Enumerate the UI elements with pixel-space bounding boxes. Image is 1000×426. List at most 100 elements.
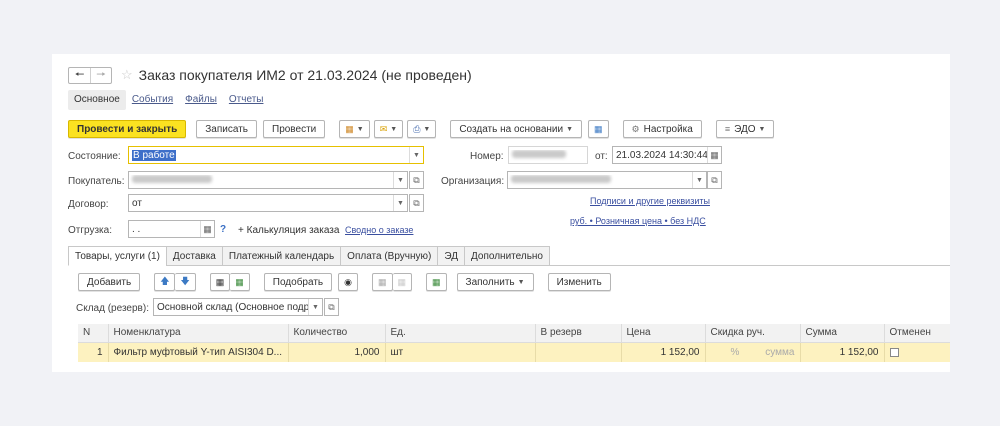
cell-discount[interactable]: % сумма (705, 342, 801, 362)
open-link-icon[interactable]: ⧉ (409, 194, 424, 212)
table-row[interactable]: 1 Фильтр муфтовый Y-тип AISI304 D... 1,0… (78, 342, 950, 362)
add-row-button[interactable]: Добавить (78, 273, 141, 291)
shipment-date-field[interactable]: . . ▦ (128, 220, 215, 238)
report-button[interactable]: ▦ (588, 120, 609, 138)
settings-label: Настройка (643, 123, 693, 135)
discount-pct: % (730, 346, 740, 358)
back-arrow-icon[interactable]: 🠔 (69, 68, 90, 83)
cell-n[interactable]: 1 (78, 342, 109, 362)
col-cancelled[interactable]: Отменен (884, 324, 950, 343)
col-reserve[interactable]: В резерв (535, 324, 622, 343)
number-field[interactable] (508, 146, 588, 164)
nav-reports[interactable]: Отчеты (223, 90, 270, 110)
nav-events[interactable]: События (126, 90, 179, 110)
col-unit[interactable]: Ед. (385, 324, 536, 343)
cell-reserve[interactable] (535, 342, 622, 362)
gear-icon: ⚙ (631, 123, 640, 134)
items-toolbar: Добавить 🡅 🡇 ▦ ▦ Подобрать ◉ ▦ ▦ ▦ Запол… (78, 273, 611, 291)
save-button[interactable]: Записать (196, 120, 257, 138)
cell-price[interactable]: 1 152,00 (621, 342, 706, 362)
history-nav: 🠔 🠖 (68, 66, 112, 84)
barcode-icon: ▦ (215, 276, 225, 287)
col-price[interactable]: Цена (621, 324, 706, 343)
contract-field[interactable]: от ▼ (128, 194, 408, 212)
nav-files[interactable]: Файлы (179, 90, 223, 110)
dropdown-icon[interactable]: ▼ (409, 147, 423, 163)
forward-arrow-icon[interactable]: 🠖 (90, 67, 111, 83)
title-bar: 🠔 🠖 ☆ Заказ покупателя ИМ2 от 21.03.2024… (68, 66, 472, 84)
edo-button[interactable]: ≡ ЭДО ▼ (715, 120, 775, 138)
calendar-icon[interactable]: ▦ (200, 221, 214, 237)
buyer-field[interactable]: ▼ (128, 171, 408, 189)
open-link-icon[interactable]: ⧉ (707, 171, 722, 189)
dropdown-icon[interactable]: ▼ (308, 299, 322, 315)
open-link-icon[interactable]: ⧉ (324, 298, 339, 316)
col-qty[interactable]: Количество (288, 324, 386, 343)
contract-value: от (132, 197, 142, 209)
summary-link[interactable]: Сводно о заказе (345, 225, 413, 235)
move-up-button[interactable]: 🡅 (154, 273, 176, 291)
arrow-up-icon: 🡅 (160, 276, 170, 286)
barcode-button[interactable]: ▦ (209, 273, 231, 291)
dropdown-icon[interactable]: ▼ (393, 172, 407, 188)
print-button[interactable]: ⎙ ▼ (407, 120, 437, 138)
settings-button[interactable]: ⚙ Настройка (622, 120, 702, 138)
col-n[interactable]: N (78, 324, 109, 343)
view-button[interactable]: ◉ (338, 273, 358, 291)
email-button[interactable]: ✉ ▼ (373, 120, 404, 138)
price-settings-link[interactable]: руб. • Розничная цена • без НДС (570, 216, 706, 226)
paste-icon: ▦ (397, 276, 407, 287)
paste-button[interactable]: ▦ (392, 273, 413, 291)
import-icon: ▦ (235, 276, 244, 287)
table-fill-button[interactable]: ▦ (426, 273, 447, 291)
report-icon: ▦ (594, 123, 603, 134)
tab-additional[interactable]: Дополнительно (464, 246, 550, 266)
tab-delivery[interactable]: Доставка (165, 246, 222, 266)
calc-toggle[interactable]: + Калькуляция заказа (238, 225, 339, 236)
cell-sum[interactable]: 1 152,00 (800, 342, 885, 362)
cell-qty[interactable]: 1,000 (288, 342, 386, 362)
favorite-star-icon[interactable]: ☆ (121, 67, 133, 83)
create-based-on-button[interactable]: Создать на основании ▼ (450, 120, 583, 138)
dropdown-icon[interactable]: ▼ (692, 172, 706, 188)
date-field[interactable]: 21.03.2024 14:30:44 ▦ (612, 146, 722, 164)
import-button[interactable]: ▦ (230, 273, 250, 291)
organization-field[interactable]: ▼ (507, 171, 707, 189)
post-and-close-button[interactable]: Провести и закрыть (68, 120, 187, 138)
help-question[interactable]: ? (220, 224, 226, 235)
cell-unit[interactable]: шт (385, 342, 536, 362)
calendar-icon[interactable]: ▦ (707, 147, 721, 163)
state-field[interactable]: В работе ▼ (128, 146, 424, 164)
state-value: В работе (132, 149, 176, 161)
fill-label: Заполнить (465, 276, 515, 288)
chevron-down-icon: ▼ (758, 125, 766, 133)
tab-goods[interactable]: Товары, услуги (1) (68, 246, 166, 266)
pick-button[interactable]: Подобрать (263, 273, 333, 291)
copy-button[interactable]: ▦ (371, 273, 393, 291)
cell-cancelled[interactable] (884, 342, 950, 362)
change-button[interactable]: Изменить (547, 273, 611, 291)
nav-main[interactable]: Основное (68, 90, 126, 110)
warehouse-field[interactable]: Основной склад (Основное подра: ▼ (153, 298, 323, 316)
cancelled-checkbox[interactable] (889, 347, 899, 357)
tab-ed[interactable]: ЭД (437, 246, 465, 266)
warehouse-value: Основной склад (Основное подра: (157, 301, 308, 313)
tab-payment-calendar[interactable]: Платежный календарь (221, 246, 341, 266)
post-button[interactable]: Провести (263, 120, 326, 138)
col-discount[interactable]: Скидка руч. (705, 324, 801, 343)
section-nav: Основное События Файлы Отчеты (68, 90, 269, 110)
chevron-down-icon: ▼ (390, 125, 398, 133)
move-down-button[interactable]: 🡇 (175, 273, 196, 291)
printer-icon: ⎙ (413, 123, 421, 134)
main-toolbar: Провести и закрыть Записать Провести ▦ ▼ … (68, 120, 775, 138)
fill-button[interactable]: Заполнить ▼ (456, 273, 534, 291)
col-name[interactable]: Номенклатура (108, 324, 289, 343)
structure-button[interactable]: ▦ ▼ (339, 120, 370, 138)
signatures-link[interactable]: Подписи и другие реквизиты (590, 196, 710, 206)
cell-name[interactable]: Фильтр муфтовый Y-тип AISI304 D... (108, 342, 289, 362)
col-sum[interactable]: Сумма (800, 324, 885, 343)
open-link-icon[interactable]: ⧉ (409, 171, 424, 189)
chevron-down-icon: ▼ (356, 125, 364, 133)
dropdown-icon[interactable]: ▼ (393, 195, 407, 211)
tab-payment-manual[interactable]: Оплата (Вручную) (340, 246, 438, 266)
